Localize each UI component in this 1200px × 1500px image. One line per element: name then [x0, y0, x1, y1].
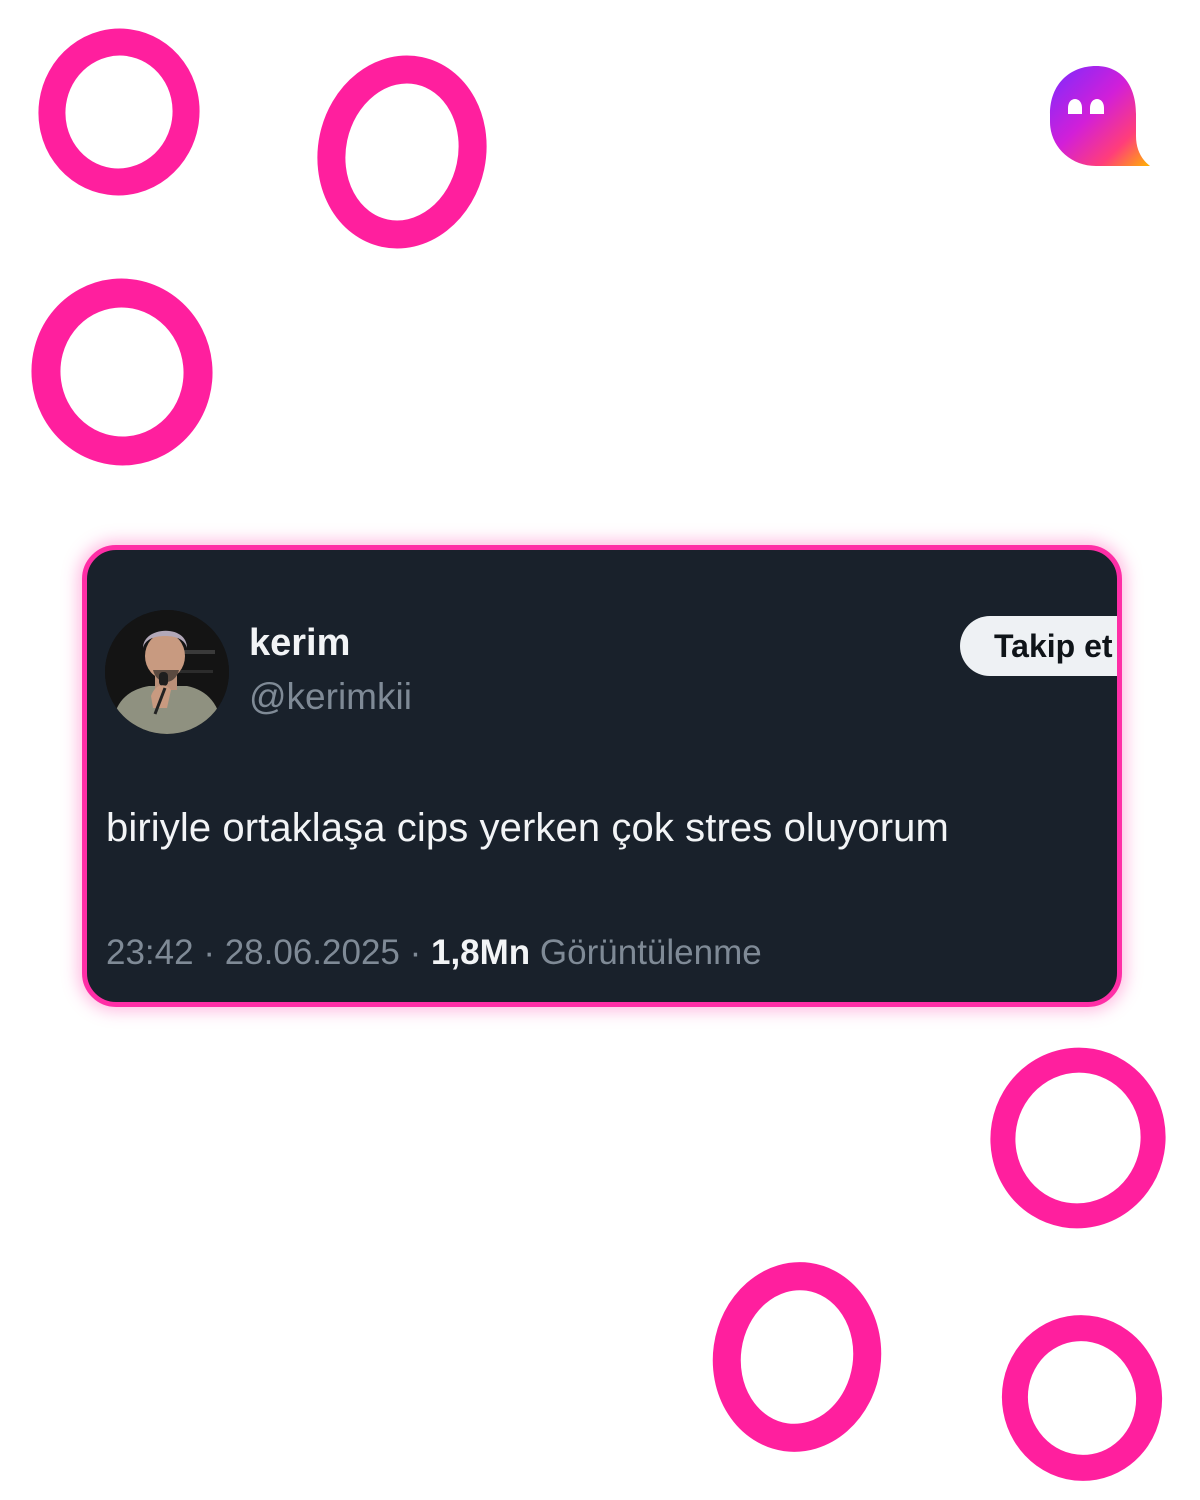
author-name[interactable]: kerim	[249, 622, 350, 665]
author-handle[interactable]: @kerimkii	[249, 676, 412, 718]
decorative-circle-bottom-center	[712, 1262, 882, 1452]
views-count[interactable]: 1,8Mn	[431, 933, 530, 972]
tweet-time[interactable]: 23:42	[106, 933, 194, 972]
avatar-photo	[105, 610, 229, 734]
tweet-date[interactable]: 28.06.2025	[225, 933, 400, 972]
tweet-card[interactable]: kerim @kerimkii Takip et biriyle ortakla…	[82, 545, 1122, 1007]
views-label: Görüntülenme	[539, 933, 762, 972]
follow-button[interactable]: Takip et	[960, 616, 1117, 676]
tweet-text: biriyle ortaklaşa cips yerken çok stres …	[106, 806, 949, 850]
avatar[interactable]	[105, 610, 229, 734]
tweet-meta: 23:42 · 28.06.2025 · 1,8Mn Görüntülenme	[106, 933, 762, 973]
ghost-logo-icon	[1050, 66, 1150, 166]
meta-separator: ·	[399, 933, 431, 972]
decorative-circle-top-left	[38, 28, 200, 196]
decorative-circle-left	[31, 278, 213, 466]
decorative-circle-top-center	[317, 55, 487, 249]
meta-separator: ·	[193, 933, 225, 972]
decorative-circle-right	[990, 1047, 1166, 1229]
decorative-circle-bottom-right	[1001, 1315, 1163, 1481]
